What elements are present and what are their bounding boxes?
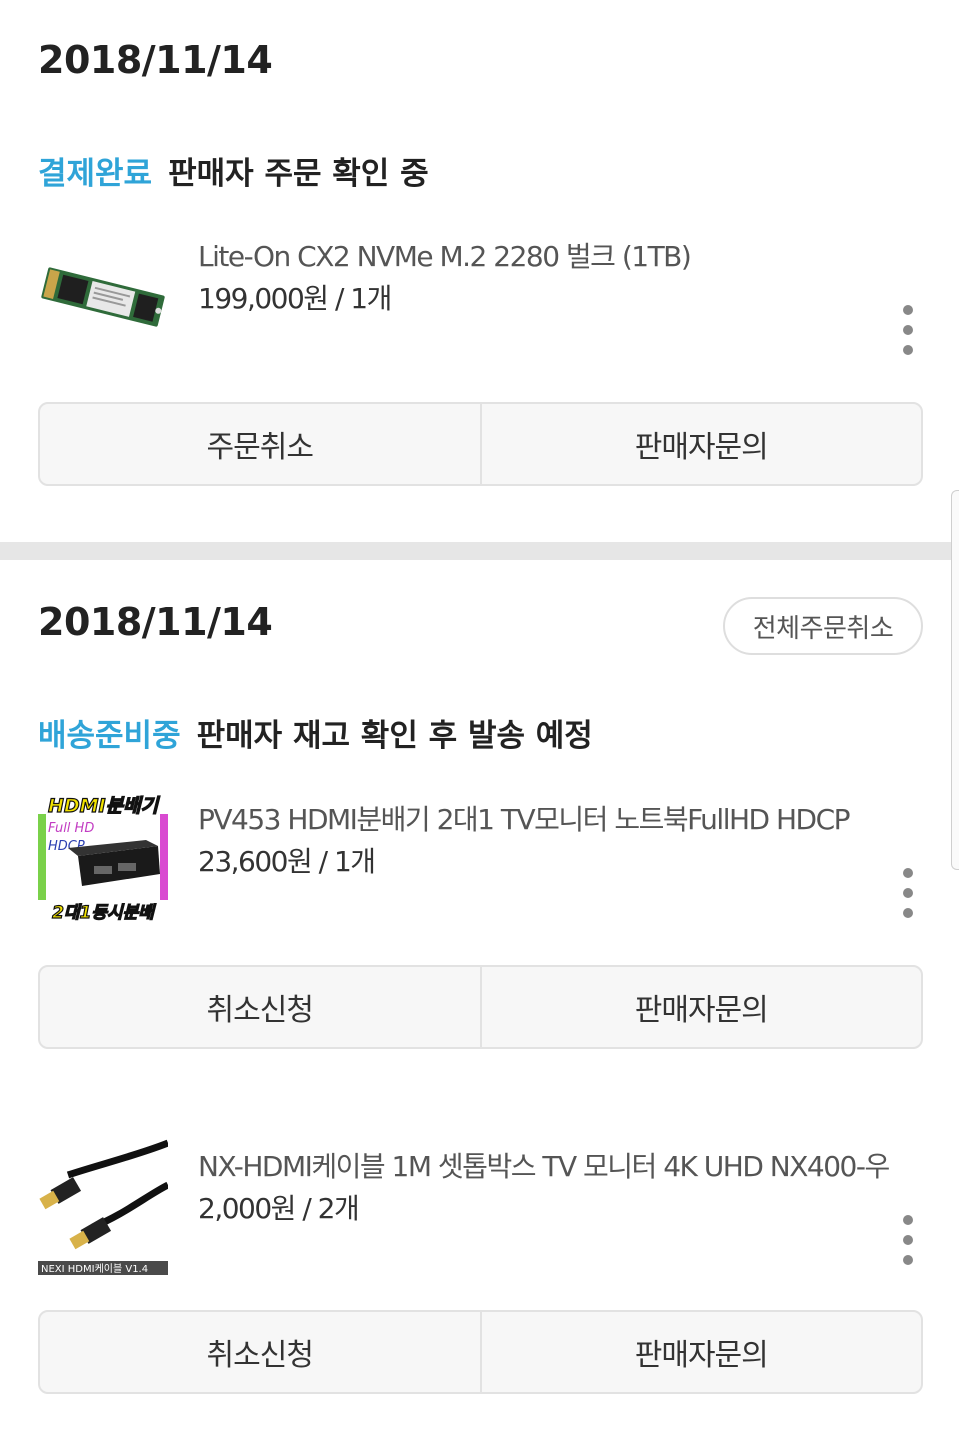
order-date: 2018/11/14: [38, 600, 273, 644]
cancel-request-button[interactable]: 취소신청: [40, 1312, 480, 1392]
ssd-m2-image[interactable]: [38, 225, 168, 365]
status-label: 배송준비중: [38, 718, 181, 754]
contact-seller-button[interactable]: 판매자문의: [479, 967, 922, 1047]
item-price: 199,000원 / 1개: [198, 282, 392, 315]
cancel-order-button[interactable]: 주문취소: [40, 404, 480, 484]
order-date: 2018/11/14: [38, 38, 273, 82]
splitter-bottom-text: 2대1동시분배: [52, 903, 156, 923]
status-description: 판매자 주문 확인 중: [168, 156, 429, 192]
contact-seller-button[interactable]: 판매자문의: [479, 404, 922, 484]
item-action-buttons: 취소신청 판매자문의: [38, 965, 923, 1049]
splitter-title-text: HDMI분배기: [48, 795, 161, 817]
section-divider: [0, 542, 959, 560]
order-card: 2018/11/14 결제완료 판매자 주문 확인 중 Lite-On CX2 N: [0, 0, 959, 542]
cancel-all-orders-button[interactable]: 전체주문취소: [723, 597, 923, 655]
order-status: 배송준비중 판매자 재고 확인 후 발송 예정: [38, 710, 593, 755]
more-options-icon[interactable]: [897, 868, 919, 918]
hdmi-splitter-image[interactable]: HDMI분배기 Full HD HDCP 2대1동시분배: [38, 788, 168, 928]
order-status: 결제완료 판매자 주문 확인 중: [38, 148, 429, 193]
order-item[interactable]: HDMI분배기 Full HD HDCP 2대1동시분배 PV453 HDMI분…: [38, 788, 921, 928]
cancel-request-button[interactable]: 취소신청: [40, 967, 480, 1047]
scrollbar[interactable]: [951, 490, 959, 870]
more-options-icon[interactable]: [897, 1215, 919, 1265]
cable-caption-text: NEXI HDMI케이블 V1.4: [41, 1263, 148, 1275]
status-description: 판매자 재고 확인 후 발송 예정: [196, 718, 593, 754]
item-action-buttons: 주문취소 판매자문의: [38, 402, 923, 486]
order-card: 2018/11/14 전체주문취소 배송준비중 판매자 재고 확인 후 발송 예정…: [0, 560, 959, 1429]
order-item[interactable]: NEXI HDMI케이블 V1.4 NX-HDMI케이블 1M 셋톱박스 TV …: [38, 1135, 921, 1275]
splitter-fullhd-text: Full HD: [48, 821, 94, 836]
item-price: 23,600원 / 1개: [198, 845, 376, 878]
item-action-buttons: 취소신청 판매자문의: [38, 1310, 923, 1394]
status-label: 결제완료: [38, 156, 153, 192]
item-name[interactable]: NX-HDMI케이블 1M 셋톱박스 TV 모니터 4K UHD NX400-우: [198, 1145, 890, 1185]
item-name[interactable]: Lite-On CX2 NVMe M.2 2280 벌크 (1TB): [198, 235, 692, 275]
order-item[interactable]: Lite-On CX2 NVMe M.2 2280 벌크 (1TB) 199,0…: [38, 225, 921, 365]
hdmi-cable-image[interactable]: NEXI HDMI케이블 V1.4: [38, 1135, 170, 1275]
more-options-icon[interactable]: [897, 305, 919, 355]
contact-seller-button[interactable]: 판매자문의: [479, 1312, 922, 1392]
item-name[interactable]: PV453 HDMI분배기 2대1 TV모니터 노트북FullHD HDCP: [198, 798, 851, 838]
item-price: 2,000원 / 2개: [198, 1192, 360, 1225]
